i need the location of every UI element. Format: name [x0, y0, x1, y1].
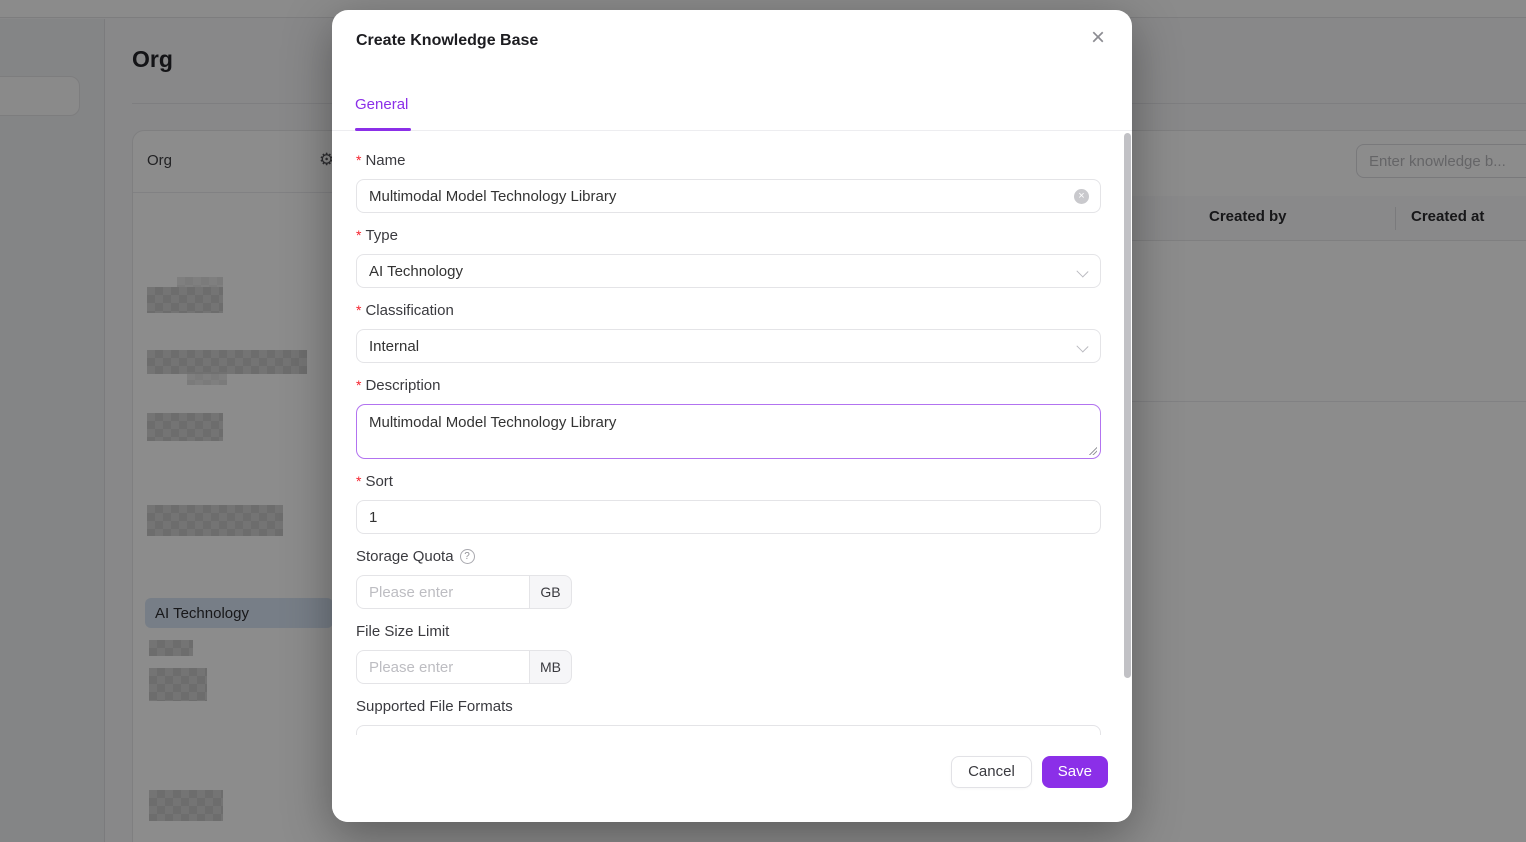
field-sort-label-text: Sort	[365, 473, 393, 490]
field-supported-formats: Supported File Formats	[356, 697, 1101, 735]
clear-icon[interactable]: ×	[1074, 189, 1089, 204]
description-textarea[interactable]: Multimodal Model Technology Library	[356, 404, 1101, 459]
field-type-label: * Type	[356, 226, 1101, 244]
modal-title: Create Knowledge Base	[356, 32, 538, 50]
create-knowledge-base-modal: Create Knowledge Base × General * Name ×…	[332, 10, 1132, 822]
field-classification-label: * Classification	[356, 301, 1101, 319]
required-marker: *	[356, 302, 361, 318]
required-marker: *	[356, 377, 361, 393]
field-file-size-limit-label-text: File Size Limit	[356, 623, 449, 640]
field-file-size-limit-label: File Size Limit	[356, 622, 1101, 640]
type-select[interactable]: AI Technology	[356, 254, 1101, 288]
required-marker: *	[356, 152, 361, 168]
field-classification-label-text: Classification	[365, 302, 453, 319]
modal-scrollbar-thumb[interactable]	[1124, 133, 1131, 678]
storage-quota-input[interactable]	[356, 575, 530, 609]
field-description: * Description Multimodal Model Technolog…	[356, 376, 1101, 459]
modal-footer: Cancel Save	[332, 735, 1132, 822]
field-supported-formats-label-text: Supported File Formats	[356, 698, 513, 715]
field-name-label: * Name	[356, 151, 1101, 169]
required-marker: *	[356, 473, 361, 489]
storage-quota-unit: GB	[530, 575, 572, 609]
field-description-label-text: Description	[365, 377, 440, 394]
field-name: * Name ×	[356, 151, 1101, 213]
screen: Org Org ⚙ Created by Created at	[0, 0, 1526, 842]
field-classification: * Classification Internal	[356, 301, 1101, 363]
field-sort: * Sort	[356, 472, 1101, 534]
field-supported-formats-label: Supported File Formats	[356, 697, 1101, 715]
field-type-label-text: Type	[365, 227, 398, 244]
field-type: * Type AI Technology	[356, 226, 1101, 288]
field-storage-quota-label: Storage Quota ?	[356, 547, 1101, 565]
sort-input[interactable]	[356, 500, 1101, 534]
modal-body: * Name × * Type AI Technology	[332, 131, 1132, 735]
file-size-limit-input[interactable]	[356, 650, 530, 684]
name-input[interactable]	[356, 179, 1101, 213]
close-icon[interactable]: ×	[1084, 24, 1112, 52]
required-marker: *	[356, 227, 361, 243]
field-storage-quota: Storage Quota ? GB	[356, 547, 1101, 609]
save-button[interactable]: Save	[1042, 756, 1108, 788]
file-size-limit-unit: MB	[530, 650, 572, 684]
cancel-button[interactable]: Cancel	[951, 756, 1032, 788]
supported-formats-input[interactable]	[356, 725, 1101, 735]
field-sort-label: * Sort	[356, 472, 1101, 490]
resize-handle-icon[interactable]	[1088, 446, 1097, 455]
classification-select[interactable]: Internal	[356, 329, 1101, 363]
field-file-size-limit: File Size Limit MB	[356, 622, 1101, 684]
tab-general[interactable]: General	[355, 96, 408, 113]
field-description-label: * Description	[356, 376, 1101, 394]
field-name-label-text: Name	[365, 152, 405, 169]
question-icon[interactable]: ?	[460, 549, 475, 564]
field-storage-quota-label-text: Storage Quota	[356, 548, 454, 565]
